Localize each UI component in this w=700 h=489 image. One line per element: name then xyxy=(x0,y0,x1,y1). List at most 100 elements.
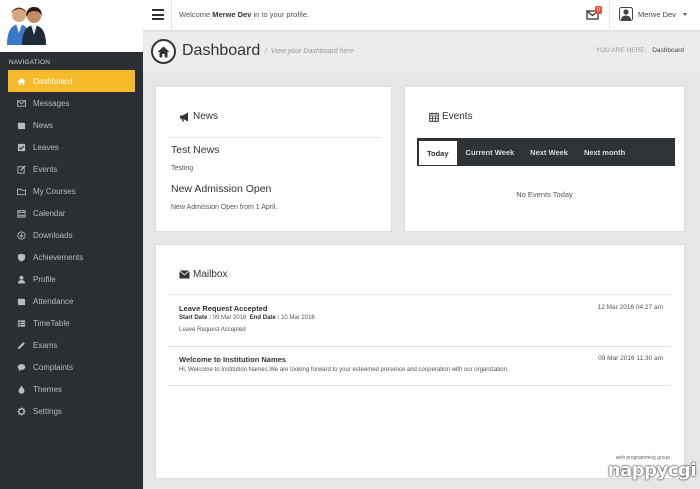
breadcrumb-label: YOU ARE HERE: xyxy=(595,47,647,54)
breadcrumb: YOU ARE HERE: Dashboard xyxy=(596,47,684,54)
sidebar-item-my-courses[interactable]: My Courses xyxy=(0,180,143,202)
mail-count-badge: 0 xyxy=(595,6,602,14)
news-item-title[interactable]: New Admission Open xyxy=(171,183,271,195)
sidebar-item-label: Themes xyxy=(33,384,62,394)
mail-date: 12 Mar 2016 04:27 am xyxy=(597,304,663,311)
sidebar-item-complaints[interactable]: Complaints xyxy=(0,356,143,378)
sidebar-item-attendance[interactable]: Attendance xyxy=(0,290,143,312)
watermark-brand: nappycgi xyxy=(607,460,697,481)
end-date-label: End Date : xyxy=(249,315,280,321)
header-divider xyxy=(171,0,172,31)
mail-subject[interactable]: Welcome to Institution Names xyxy=(179,355,286,364)
sidebar-item-label: Leaves xyxy=(33,142,59,152)
sidebar-item-messages[interactable]: Messages xyxy=(0,92,143,114)
news-panel: News Test News Testing New Admission Ope… xyxy=(155,86,392,232)
envelope-icon xyxy=(16,98,26,108)
page-heading-bar: Dashboard / View your Dashboard here YOU… xyxy=(143,32,700,72)
tint-icon xyxy=(16,384,26,394)
mail-body: Leave Request Accepted xyxy=(179,327,246,333)
sidebar-item-label: My Courses xyxy=(33,186,76,196)
sidebar-item-achievements[interactable]: Achievements xyxy=(0,246,143,268)
welcome-prefix: Welcome xyxy=(179,10,211,19)
sidebar-item-label: Downloads xyxy=(33,230,73,240)
mail-meta: Start Date : 09 Mar 2016 End Date : 10 M… xyxy=(179,315,315,321)
users-logo-icon xyxy=(7,7,46,45)
shield-icon xyxy=(16,252,26,262)
calendar-icon xyxy=(429,112,439,122)
news-item-title[interactable]: Test News xyxy=(171,144,219,156)
mail-subject[interactable]: Leave Request Accepted xyxy=(179,304,268,313)
envelope-icon xyxy=(179,270,190,279)
tab-next-week[interactable]: Next Week xyxy=(522,138,576,166)
user-avatar-icon[interactable] xyxy=(619,7,633,21)
start-date-value: 09 Mar 2016 xyxy=(212,315,247,321)
chevron-down-icon[interactable] xyxy=(683,13,687,16)
sidebar-item-label: Complaints xyxy=(33,362,74,372)
edit-icon xyxy=(16,164,26,174)
book-icon xyxy=(16,296,26,306)
end-date-value: 10 Mar 2016 xyxy=(281,315,315,321)
sidebar: NAVIGATION Dashboard Messages News Leave… xyxy=(0,0,143,489)
tab-current-week[interactable]: Current Week xyxy=(458,138,523,166)
start-date-label: Start Date : xyxy=(179,315,212,321)
menu-toggle-icon[interactable] xyxy=(152,9,164,20)
top-header: Welcome Merwe Dev in to your profile. 0 … xyxy=(143,0,700,31)
events-panel-title: Events xyxy=(429,111,473,122)
sidebar-item-timetable[interactable]: TimeTable xyxy=(0,312,143,334)
table-icon xyxy=(16,318,26,328)
watermark-logo: web programming group nappycgi xyxy=(600,455,697,483)
sidebar-item-label: News xyxy=(33,120,54,130)
sidebar-item-settings[interactable]: Settings xyxy=(0,400,143,422)
pencil-icon xyxy=(16,340,26,350)
home-icon xyxy=(151,39,176,64)
sidebar-item-label: Messages xyxy=(33,98,70,108)
tab-today[interactable]: Today xyxy=(418,140,458,166)
events-panel: Events Today Current Week Next Week Next… xyxy=(404,86,685,232)
news-panel-title: News xyxy=(179,111,218,122)
mail-row[interactable]: Leave Request Accepted 12 Mar 2016 04:27… xyxy=(168,295,671,347)
check-square-icon xyxy=(16,142,26,152)
comment-icon xyxy=(16,362,26,372)
sidebar-item-label: Settings xyxy=(33,406,62,416)
sidebar-item-label: Dashboard xyxy=(33,76,73,86)
events-tabs: Today Current Week Next Week Next month xyxy=(417,138,675,166)
sidebar-item-leaves[interactable]: Leaves xyxy=(0,136,143,158)
logo-area xyxy=(0,0,143,52)
mail-body: Hi, Welcome to Institution Names.We are … xyxy=(179,367,509,373)
nav-heading: NAVIGATION xyxy=(9,59,51,66)
news-item-body: Testing xyxy=(171,165,194,172)
mail-date: 09 Mar 2016 11:30 am xyxy=(598,355,663,362)
welcome-message: Welcome Merwe Dev in to your profile. xyxy=(179,10,309,19)
mailbox-panel: Mailbox Leave Request Accepted 12 Mar 20… xyxy=(155,244,685,479)
sidebar-item-label: Events xyxy=(33,164,58,174)
page-title: Dashboard xyxy=(182,42,261,59)
events-empty-text: No Events Today xyxy=(516,190,573,199)
folder-icon xyxy=(16,186,26,196)
sidebar-item-news[interactable]: News xyxy=(0,114,143,136)
sidebar-item-label: Attendance xyxy=(33,296,74,306)
download-icon xyxy=(16,230,26,240)
sidebar-item-calendar[interactable]: Calendar xyxy=(0,202,143,224)
sidebar-item-events[interactable]: Events xyxy=(0,158,143,180)
news-title-text: News xyxy=(193,111,219,122)
user-icon xyxy=(16,274,26,284)
sidebar-item-profile[interactable]: Profile xyxy=(0,268,143,290)
calendar-icon xyxy=(16,208,26,218)
sidebar-item-label: Calendar xyxy=(33,208,66,218)
news-item-body: New Admission Open from 1 April. xyxy=(171,204,278,211)
sidebar-item-themes[interactable]: Themes xyxy=(0,378,143,400)
events-title-text: Events xyxy=(442,111,473,122)
breadcrumb-current[interactable]: Dashboard xyxy=(652,47,684,54)
sidebar-item-downloads[interactable]: Downloads xyxy=(0,224,143,246)
sidebar-item-label: TimeTable xyxy=(33,318,70,328)
tab-next-month[interactable]: Next month xyxy=(576,138,633,166)
sidebar-item-label: Profile xyxy=(33,274,56,284)
home-icon xyxy=(16,76,26,86)
sidebar-item-dashboard[interactable]: Dashboard xyxy=(8,70,135,92)
user-menu-name[interactable]: Merwe Dev xyxy=(638,10,676,19)
divider xyxy=(168,137,381,138)
gear-icon xyxy=(16,406,26,416)
mail-row[interactable]: Welcome to Institution Names 09 Mar 2016… xyxy=(168,348,671,386)
header-divider xyxy=(609,0,610,31)
sidebar-item-exams[interactable]: Exams xyxy=(0,334,143,356)
